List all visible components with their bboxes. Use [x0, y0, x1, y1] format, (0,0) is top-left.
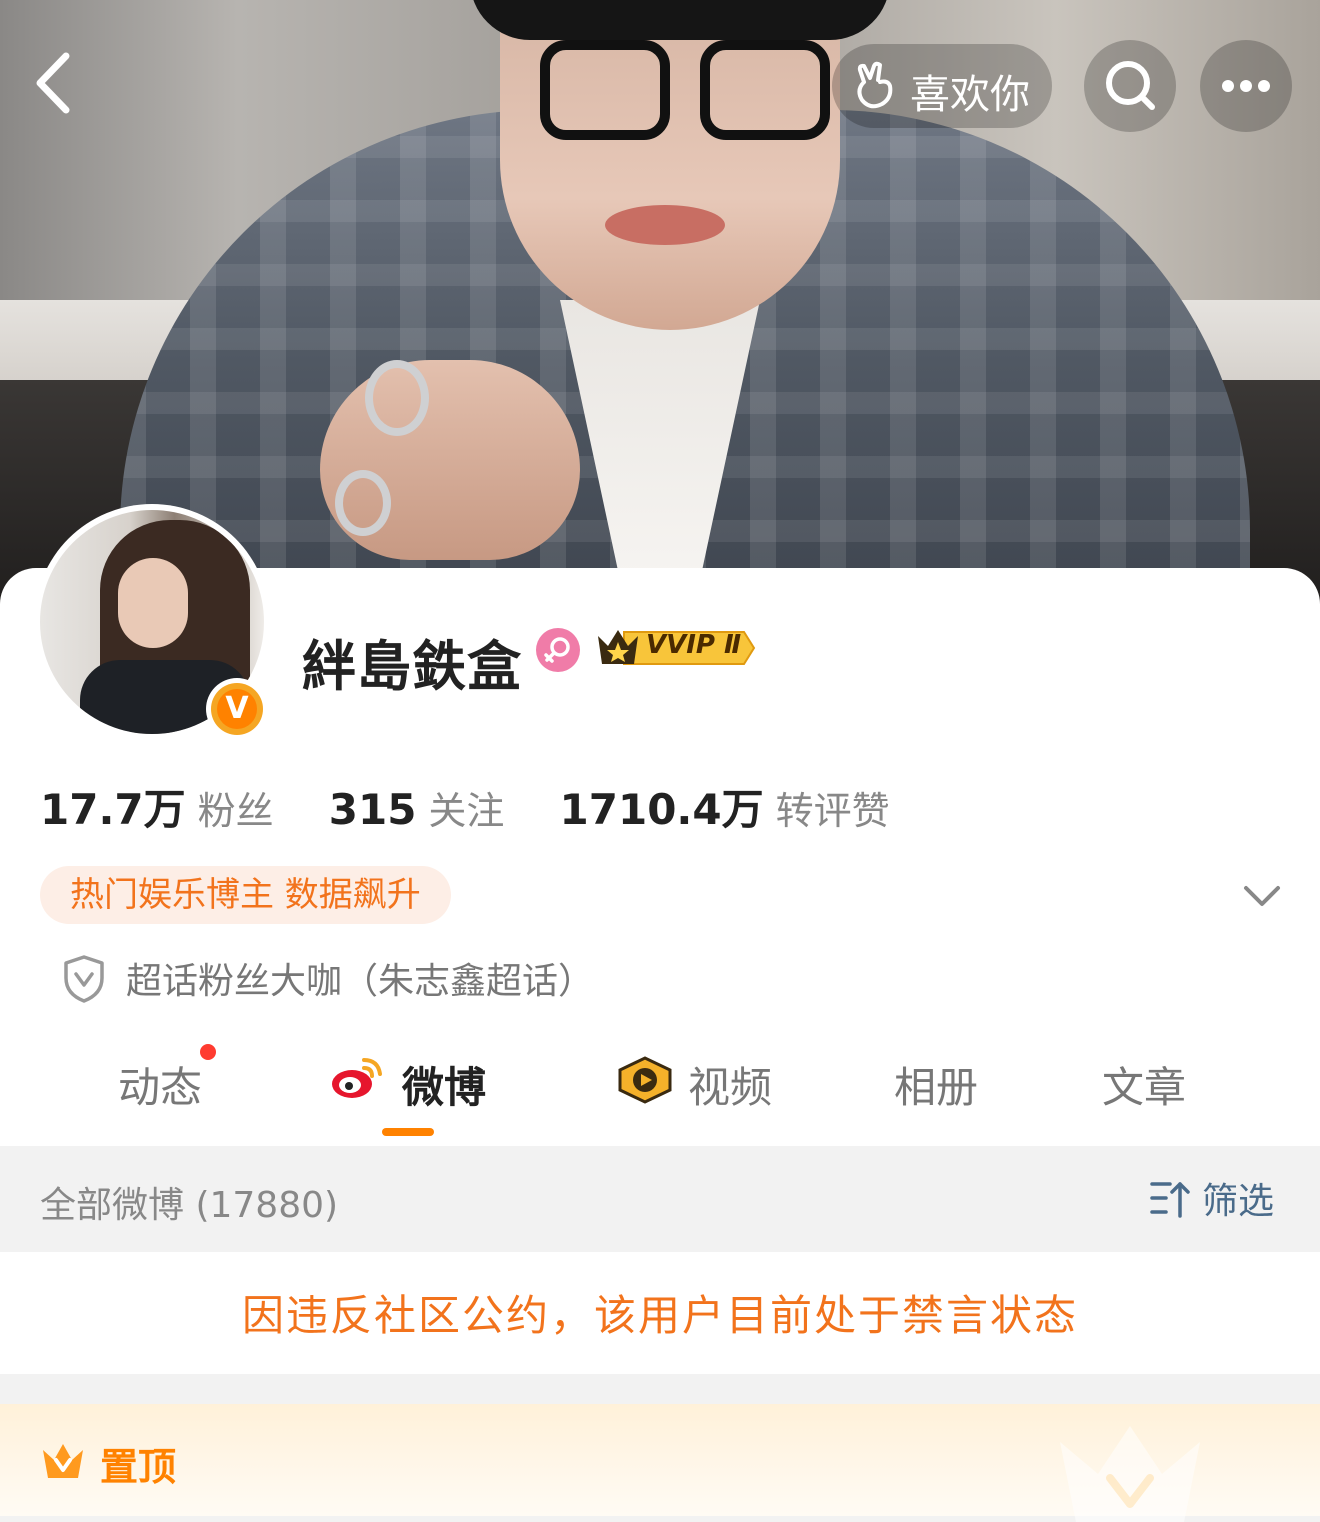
pinned-section[interactable]: 置顶 — [0, 1404, 1320, 1522]
tab-label: 动态 — [118, 1063, 203, 1112]
pinned-label: 置顶 — [100, 1445, 177, 1489]
cover-glasses-left — [540, 40, 670, 140]
fan-badge-label: 超话粉丝大咖（朱志鑫超话） — [126, 961, 595, 1002]
cover-ring-2 — [335, 470, 391, 536]
post-count-label: 全部微博 (17880) — [40, 1185, 339, 1226]
tab-article[interactable]: 文章 — [1102, 1054, 1186, 1124]
profile-tabs: 动态 微博 视频 相册 文章 — [0, 1040, 1320, 1144]
cover-hat — [470, 0, 890, 40]
more-icon — [1222, 80, 1270, 92]
like-label: 喜欢你 — [910, 72, 1030, 118]
back-icon[interactable] — [26, 48, 86, 118]
avatar-face — [118, 558, 188, 648]
stat-label: 转评赞 — [775, 789, 890, 833]
chevron-down-icon[interactable] — [1238, 872, 1286, 920]
cover-lips — [605, 205, 725, 245]
verified-v-icon: V — [206, 678, 268, 740]
more-button[interactable] — [1200, 40, 1292, 132]
decorative-crown-icon — [1060, 1426, 1200, 1522]
tab-dynamic[interactable]: 动态 — [118, 1044, 217, 1124]
mute-notice-text: 因违反社区公约，该用户目前处于禁言状态 — [241, 1291, 1078, 1340]
mute-notice: 因违反社区公约，该用户目前处于禁言状态 — [0, 1252, 1320, 1374]
weibo-logo-icon — [332, 1058, 382, 1098]
cover-ring — [365, 360, 429, 436]
search-icon — [1106, 61, 1155, 110]
stats-row: 17.7万 粉丝 315 关注 1710.4万 转评赞 — [40, 776, 940, 836]
vvip-badge[interactable]: VVIP Ⅱ — [594, 624, 756, 672]
like-hand-icon — [857, 61, 893, 109]
tab-album[interactable]: 相册 — [894, 1054, 978, 1124]
stat-value: 315 — [328, 785, 417, 834]
hot-blogger-tag[interactable]: 热门娱乐博主 数据飙升 — [40, 866, 451, 924]
filter-icon — [1150, 1182, 1190, 1218]
crown-icon — [43, 1444, 83, 1478]
stat-fans[interactable]: 17.7万 粉丝 — [40, 776, 274, 837]
verified-mark: V — [217, 689, 257, 729]
active-tab-indicator — [382, 1128, 434, 1136]
notification-dot — [200, 1044, 217, 1060]
vvip-label: VVIP Ⅱ — [646, 630, 742, 660]
stat-value: 17.7万 — [40, 785, 186, 834]
like-button[interactable]: 喜欢你 — [832, 44, 1052, 128]
stat-label: 关注 — [428, 789, 505, 833]
stat-following[interactable]: 315 关注 — [329, 780, 505, 835]
tab-label: 文章 — [1102, 1063, 1187, 1112]
shield-icon — [64, 955, 104, 1003]
stat-interactions[interactable]: 1710.4万 转评赞 — [560, 776, 890, 837]
tab-label: 相册 — [894, 1063, 979, 1112]
tab-label: 视频 — [688, 1063, 773, 1112]
stat-label: 粉丝 — [197, 789, 274, 833]
filter-label: 筛选 — [1202, 1181, 1275, 1222]
username: 絆島鉄盒 — [302, 635, 522, 698]
female-icon — [536, 628, 580, 672]
tab-label: 微博 — [402, 1063, 487, 1112]
stat-value: 1710.4万 — [559, 785, 764, 834]
filter-bar: 全部微博 (17880) 筛选 — [0, 1146, 1320, 1252]
cover-glasses-right — [700, 40, 830, 140]
video-icon — [618, 1056, 672, 1104]
search-button[interactable] — [1084, 40, 1176, 132]
